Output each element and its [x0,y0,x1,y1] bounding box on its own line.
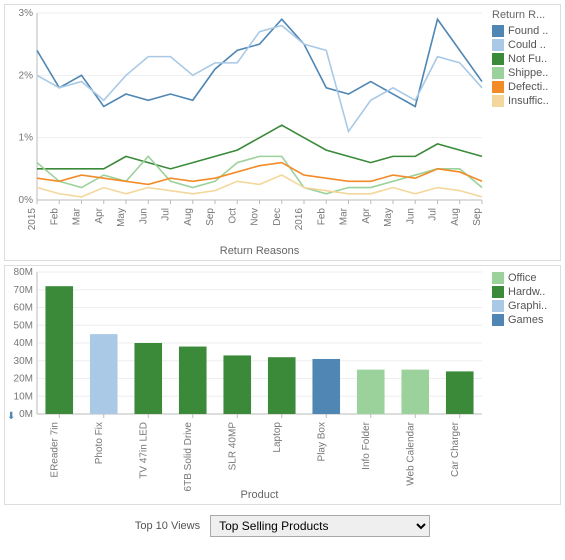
svg-text:2%: 2% [19,70,34,81]
legend-item[interactable]: Office [492,272,558,284]
svg-text:Dec: Dec [272,208,283,226]
svg-text:Mar: Mar [339,207,350,225]
legend-label: Shippe.. [508,67,548,79]
return-reasons-panel: 0% 1% 2% 3% 2015 Feb Mar Apr May Jun Jul Aug Sep Oct N… [4,4,561,261]
svg-text:Mar: Mar [72,207,83,225]
svg-text:SLR 40MP: SLR 40MP [227,422,238,471]
download-icon[interactable]: ⬇ [7,411,15,422]
legend-label: Games [508,314,543,326]
svg-text:Aug: Aug [183,208,194,226]
legend-item[interactable]: Games [492,314,558,326]
legend-swatch [492,81,504,93]
top10-label: Top 10 Views [135,520,200,532]
legend-label: Found .. [508,25,548,37]
svg-text:80M: 80M [14,267,33,278]
legend-swatch [492,39,504,51]
line-chart-plot: 0% 1% 2% 3% 2015 Feb Mar Apr May Jun Jul Aug Sep Oct N… [5,5,490,260]
legend-swatch [492,25,504,37]
legend-label: Hardw.. [508,286,545,298]
bar-chart-plot: 0M 10M 20M 30M 40M 50M 60M 70M 80M EReader 7in Pho… [5,266,490,504]
svg-text:Feb: Feb [316,208,327,226]
legend-swatch [492,53,504,65]
legend-label: Not Fu.. [508,53,547,65]
svg-text:2016: 2016 [294,208,305,231]
svg-text:Oct: Oct [227,208,238,224]
legend-swatch [492,314,504,326]
svg-text:EReader 7in: EReader 7in [49,422,60,478]
svg-text:40M: 40M [14,338,33,349]
legend-label: Graphi.. [508,300,547,312]
legend-item[interactable]: Insuffic.. [492,95,558,107]
legend-item[interactable]: Hardw.. [492,286,558,298]
svg-text:6TB Solid Drive: 6TB Solid Drive [183,422,194,492]
bar-chart-legend: Office Hardw.. Graphi.. Games [490,266,560,504]
top10-dropdown[interactable]: Top Selling Products [210,515,430,537]
svg-text:2015: 2015 [27,208,38,231]
svg-text:May: May [116,208,127,227]
svg-text:30M: 30M [14,356,33,367]
legend-swatch [492,67,504,79]
svg-text:Jun: Jun [138,208,149,224]
svg-text:Apr: Apr [94,207,105,223]
svg-text:Sep: Sep [472,208,483,226]
svg-text:10M: 10M [14,391,33,402]
svg-text:1%: 1% [19,133,34,144]
line-chart-legend: Return R... Found .. Could .. Not Fu.. Ship… [490,5,560,260]
svg-text:Nov: Nov [250,208,261,226]
line-legend-title: Return R... [492,9,558,21]
legend-item[interactable]: Not Fu.. [492,53,558,65]
svg-text:70M: 70M [14,285,33,296]
svg-text:Jun: Jun [405,208,416,224]
legend-label: Could .. [508,39,546,51]
legend-label: Insuffic.. [508,95,549,107]
legend-item[interactable]: Defecti.. [492,81,558,93]
svg-text:50M: 50M [14,320,33,331]
svg-text:60M: 60M [14,303,33,314]
svg-text:Aug: Aug [450,208,461,226]
legend-swatch [492,300,504,312]
svg-text:Return Reasons: Return Reasons [220,245,300,257]
svg-text:TV 47in LED: TV 47in LED [138,422,149,479]
svg-text:Info Folder: Info Folder [361,421,372,469]
svg-text:Jul: Jul [428,208,439,221]
svg-text:Jul: Jul [161,208,172,221]
svg-text:Feb: Feb [49,208,60,226]
svg-text:Car Charger: Car Charger [450,421,461,477]
svg-text:Play Box: Play Box [316,422,327,461]
svg-text:May: May [383,208,394,227]
svg-text:Photo Fix: Photo Fix [94,422,105,464]
legend-swatch [492,286,504,298]
svg-text:20M: 20M [14,374,33,385]
svg-text:Apr: Apr [361,207,372,223]
legend-swatch [492,95,504,107]
svg-text:Sep: Sep [205,208,216,226]
svg-text:0M: 0M [19,409,33,420]
legend-label: Defecti.. [508,81,548,93]
footer-bar: Top 10 Views Top Selling Products [0,509,565,543]
svg-text:Laptop: Laptop [272,422,283,453]
svg-text:Product: Product [241,489,279,501]
svg-text:0%: 0% [19,195,34,206]
legend-item[interactable]: Found .. [492,25,558,37]
svg-text:3%: 3% [19,8,34,19]
legend-item[interactable]: Could .. [492,39,558,51]
legend-label: Office [508,272,537,284]
svg-text:Web Calendar: Web Calendar [405,421,416,485]
legend-swatch [492,272,504,284]
legend-item[interactable]: Graphi.. [492,300,558,312]
top-products-panel: 0M 10M 20M 30M 40M 50M 60M 70M 80M EReader 7in Pho… [4,265,561,505]
legend-item[interactable]: Shippe.. [492,67,558,79]
